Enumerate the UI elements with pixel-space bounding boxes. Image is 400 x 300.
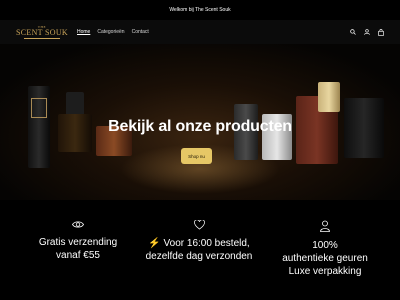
announcement-bar: Welkom bij The Scent Souk <box>0 0 400 20</box>
usp-text-line: ⚡ Voor 16:00 besteld, <box>148 238 250 249</box>
hero-title: Bekijk al onze producten <box>108 118 292 135</box>
usp-text-line: Luxe verpakking <box>288 266 362 277</box>
heart-icon <box>193 220 205 230</box>
usp-text-line: dezelfde dag verzonden <box>145 251 253 262</box>
site-header: THE SCENT SOUK Home Categorieën Contact <box>0 20 400 44</box>
shop-now-button[interactable]: Shop nu <box>181 148 212 164</box>
usp-text-line: authentieke geuren <box>282 253 368 264</box>
perfume-bottle-cap <box>66 92 84 116</box>
perfume-bottle <box>318 82 340 112</box>
user-icon <box>320 220 330 232</box>
usp-same-day-shipping: ⚡ Voor 16:00 besteld, dezelfde dag verzo… <box>139 220 259 263</box>
usp-text-line: vanaf €55 <box>56 250 100 261</box>
usp-section: Gratis verzending vanaf €55 ⚡ Voor 16:00… <box>0 200 400 300</box>
hero-banner: Bekijk al onze producten <box>0 44 400 200</box>
logo-main-text: SCENT SOUK <box>16 28 68 37</box>
search-icon[interactable] <box>350 29 356 35</box>
usp-free-shipping: Gratis verzending vanaf €55 <box>32 220 124 262</box>
usp-text-line: Gratis verzending <box>38 237 118 248</box>
logo[interactable]: THE SCENT SOUK <box>16 25 68 39</box>
usp-authentic: 100% authentieke geuren Luxe verpakking <box>280 220 370 278</box>
nav-item-contact[interactable]: Contact <box>132 29 149 35</box>
usp-text-line: 100% <box>312 240 338 251</box>
main-nav: Home Categorieën Contact <box>77 29 149 35</box>
account-icon[interactable] <box>364 29 370 35</box>
announcement-text: Welkom bij The Scent Souk <box>169 7 231 13</box>
logo-underline <box>24 38 60 39</box>
cart-icon[interactable] <box>378 28 384 36</box>
eye-icon <box>72 221 84 228</box>
nav-item-categories[interactable]: Categorieën <box>97 29 124 35</box>
nav-item-home[interactable]: Home <box>77 29 90 35</box>
header-icons <box>350 28 384 36</box>
